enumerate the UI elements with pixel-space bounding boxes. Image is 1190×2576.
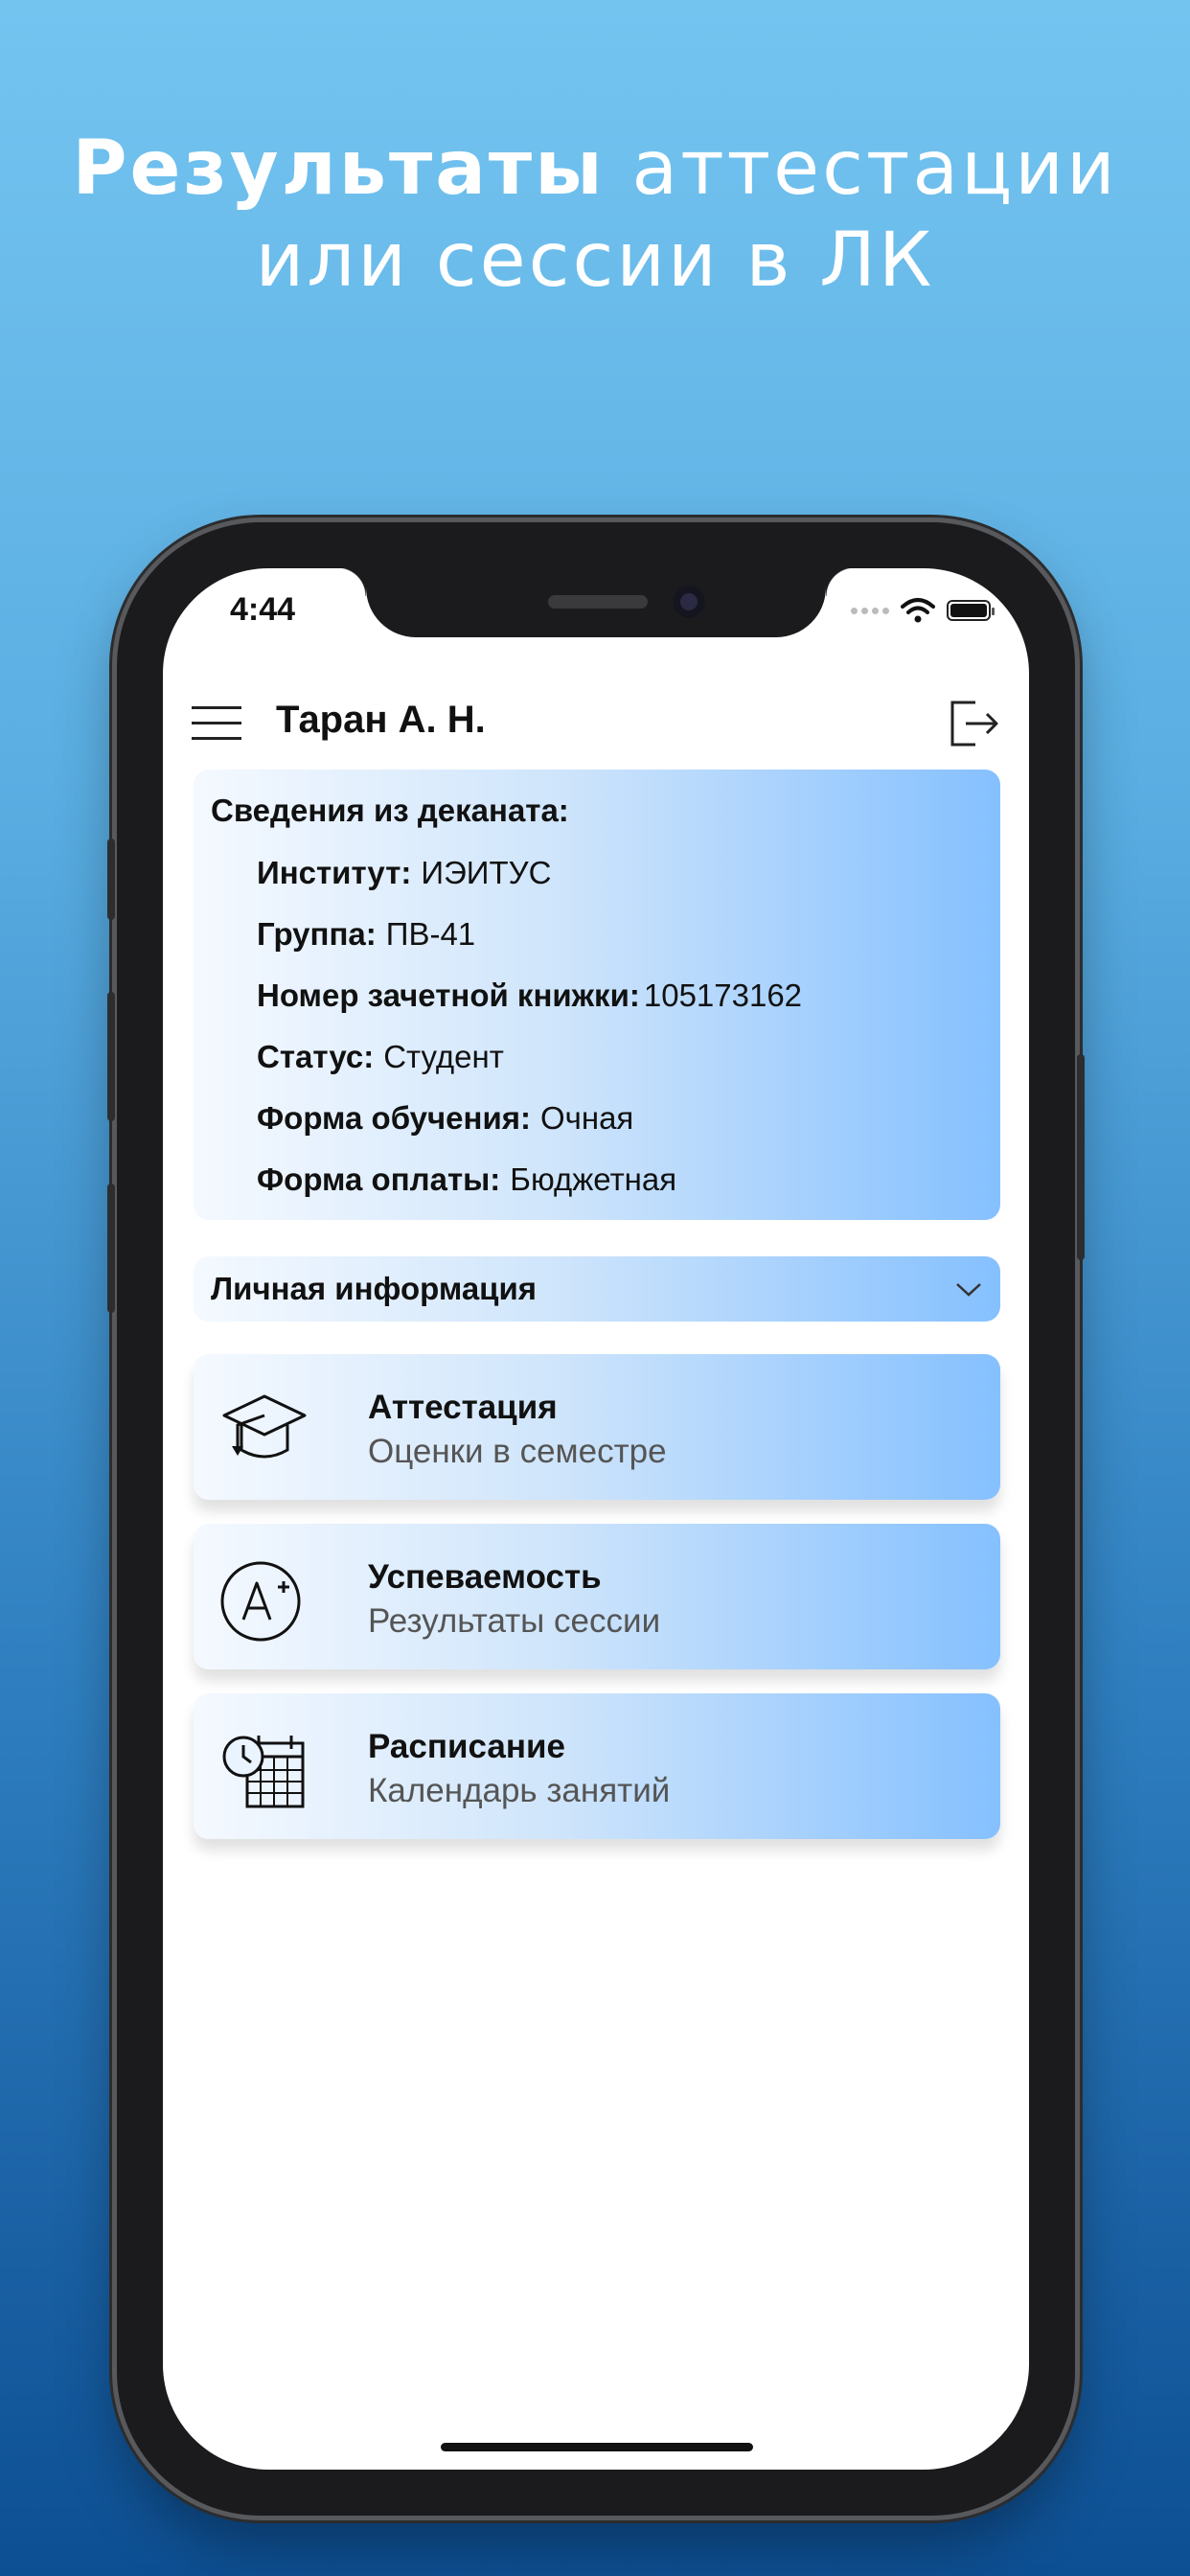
signal-icon	[851, 607, 889, 614]
menu-item-title: Расписание	[368, 1728, 565, 1765]
personal-info-label: Личная информация	[211, 1271, 538, 1306]
dean-row-value: 105173162	[643, 978, 803, 1013]
dean-row-record-book: Номер зачетной книжки: 105173162	[211, 965, 983, 1026]
dean-row-value: ИЭИТУС	[421, 855, 552, 890]
menu-item-subtitle: Результаты сессии	[368, 1602, 661, 1640]
grade-a-plus-icon	[220, 1561, 301, 1642]
dean-row-value: Очная	[539, 1100, 634, 1136]
volume-down-button	[107, 1184, 115, 1313]
nav-bar: Таран А. Н.	[163, 683, 1029, 760]
personal-info-toggle[interactable]: Личная информация	[194, 1256, 1000, 1322]
logout-icon[interactable]	[947, 697, 1000, 750]
dean-row-payment-form: Форма оплаты: Бюджетная	[211, 1149, 983, 1210]
dean-info-card: Сведения из деканата: Институт: ИЭИТУС Гр…	[194, 770, 1000, 1220]
silent-switch	[107, 839, 115, 920]
graduation-cap-icon	[222, 1394, 307, 1459]
menu-icon[interactable]	[192, 706, 241, 741]
status-time: 4:44	[230, 591, 296, 628]
dean-row-institute: Институт: ИЭИТУС	[211, 842, 983, 904]
battery-icon	[947, 600, 995, 621]
dean-row-label: Институт:	[257, 855, 412, 890]
dean-row-label: Статус:	[257, 1039, 375, 1074]
dean-row-study-form: Форма обучения: Очная	[211, 1088, 983, 1149]
calendar-clock-icon	[222, 1736, 305, 1808]
promo-headline-rest: аттестации	[605, 126, 1118, 212]
dean-row-value: Бюджетная	[510, 1162, 677, 1197]
dean-row-label: Группа:	[257, 916, 377, 952]
menu-item-schedule[interactable]: Расписание Календарь занятий	[194, 1693, 1000, 1839]
menu-item-subtitle: Оценки в семестре	[368, 1433, 667, 1470]
promo-headline-line2: или сессии в ЛК	[255, 218, 935, 304]
front-camera	[673, 586, 705, 618]
chevron-down-icon	[956, 1283, 981, 1297]
dean-row-group: Группа: ПВ-41	[211, 904, 983, 965]
menu-item-title: Аттестация	[368, 1389, 558, 1426]
menu-item-subtitle: Календарь занятий	[368, 1772, 671, 1809]
menu-item-title: Успеваемость	[368, 1558, 602, 1596]
dean-row-value: ПВ-41	[385, 916, 476, 952]
promo-headline-bold: Результаты	[72, 126, 606, 212]
dean-row-label: Форма обучения:	[257, 1100, 531, 1136]
dean-row-status: Статус: Студент	[211, 1026, 983, 1088]
user-name-title: Таран А. Н.	[276, 699, 486, 741]
home-indicator[interactable]	[441, 2443, 753, 2451]
phone-frame: 4:44 Таран А. Н. Сведения из деканата: И…	[107, 522, 1085, 2516]
dean-row-label: Номер зачетной книжки:	[257, 978, 640, 1013]
speaker	[548, 595, 648, 609]
volume-up-button	[107, 992, 115, 1121]
notch	[337, 568, 855, 637]
dean-row-value: Студент	[383, 1039, 504, 1074]
power-button	[1077, 1054, 1085, 1260]
dean-row-label: Форма оплаты:	[257, 1162, 501, 1197]
wifi-icon	[901, 598, 935, 623]
menu-item-performance[interactable]: Успеваемость Результаты сессии	[194, 1524, 1000, 1669]
status-icons	[851, 597, 995, 624]
menu-item-attestation[interactable]: Аттестация Оценки в семестре	[194, 1354, 1000, 1500]
promo-headline: Результаты аттестации или сессии в ЛК	[0, 123, 1190, 307]
dean-info-title: Сведения из деканата:	[211, 793, 569, 828]
phone-screen: 4:44 Таран А. Н. Сведения из деканата: И…	[163, 568, 1029, 2470]
